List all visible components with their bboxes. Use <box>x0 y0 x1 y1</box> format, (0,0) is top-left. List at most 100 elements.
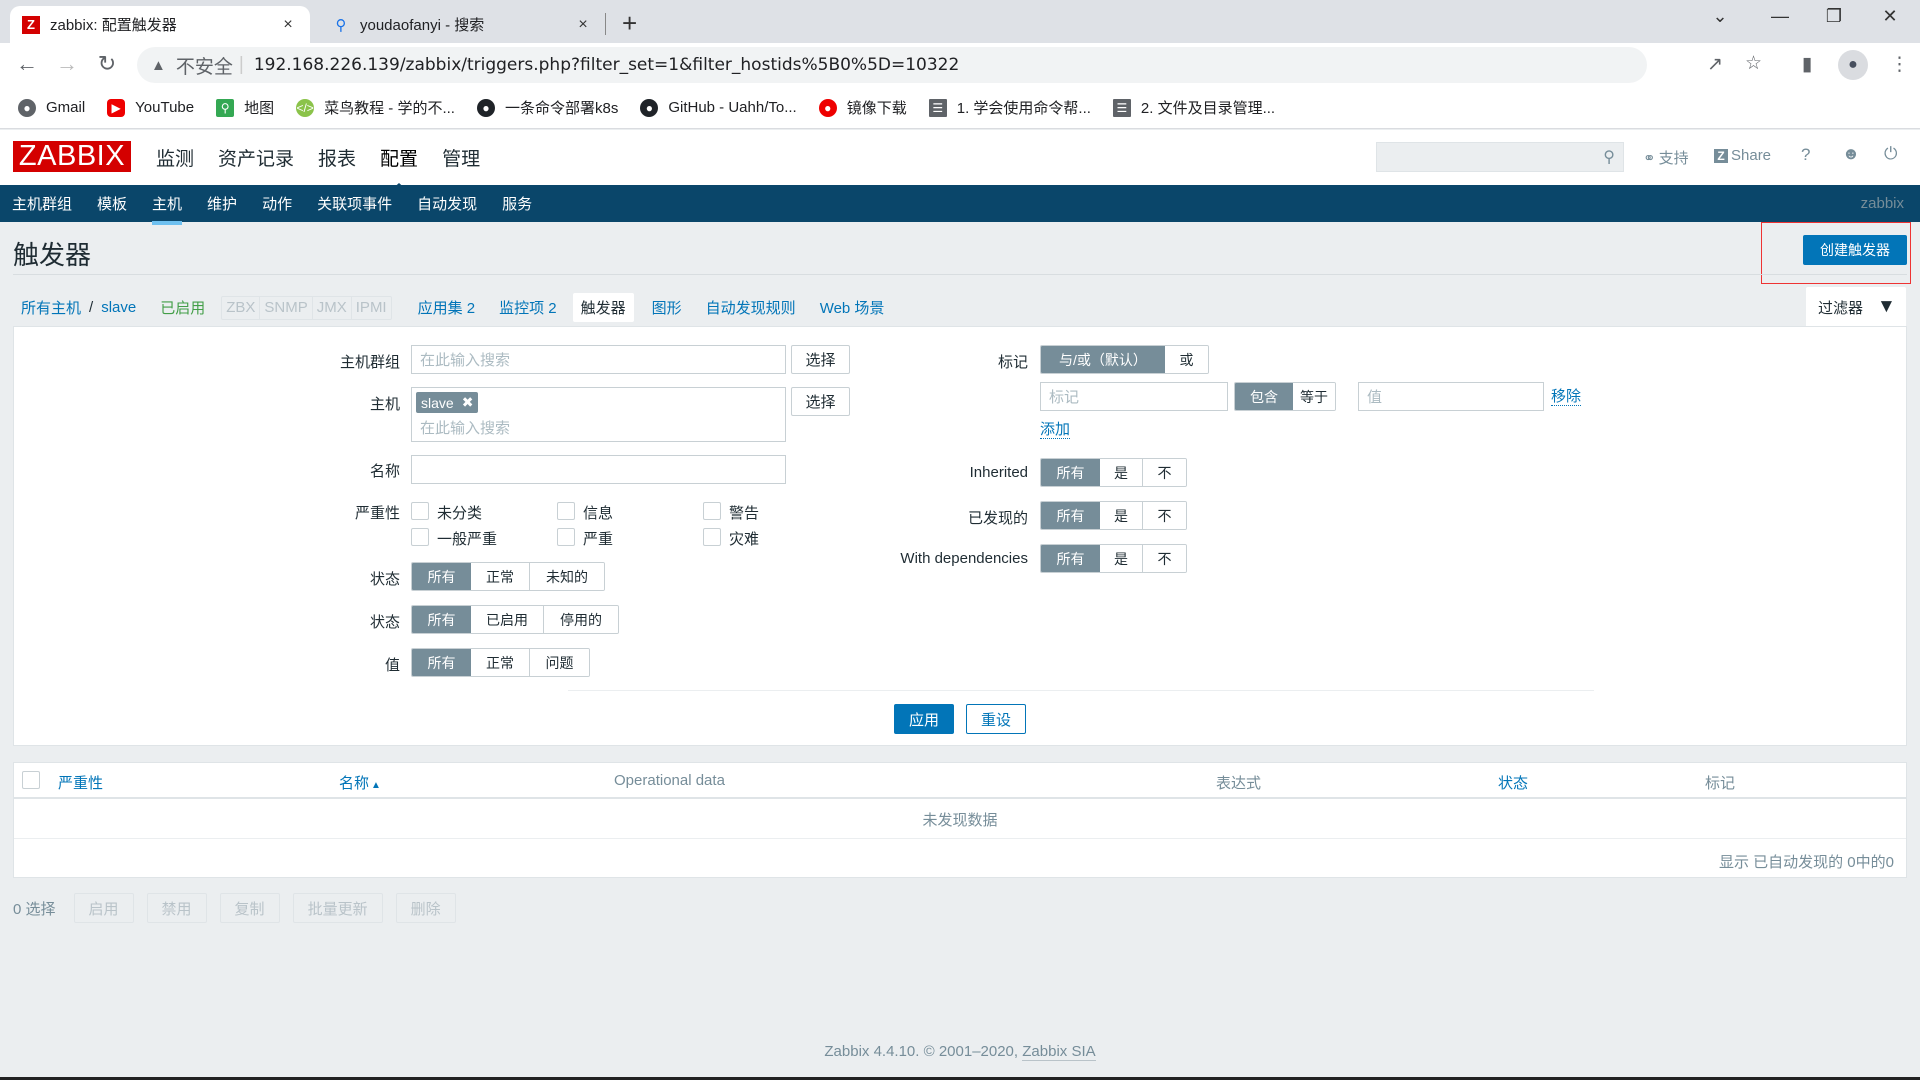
host-link[interactable]: slave <box>101 299 136 316</box>
host-status-enabled[interactable]: 已启用 <box>160 297 205 318</box>
restore-icon[interactable]: ❐ <box>1814 6 1854 27</box>
severity-warning-checkbox[interactable] <box>703 502 721 520</box>
side-panel-icon[interactable]: ▮ <box>1802 53 1812 76</box>
discovered-option-no[interactable]: 不 <box>1143 502 1186 529</box>
submenu-templates[interactable]: 模板 <box>97 193 127 214</box>
severity-not-classified-checkbox[interactable] <box>411 502 429 520</box>
profile-avatar-icon[interactable]: ● <box>1838 50 1868 80</box>
bookmark-files[interactable]: ☰ 2. 文件及目录管理... <box>1112 97 1275 118</box>
menu-administration[interactable]: 管理 <box>442 144 480 171</box>
submenu-host-groups[interactable]: 主机群组 <box>12 193 72 214</box>
select-all-checkbox[interactable] <box>22 771 40 789</box>
back-icon[interactable]: ← <box>12 51 42 77</box>
url-text[interactable]: 192.168.226.139/zabbix/triggers.php?filt… <box>254 55 960 75</box>
share-link[interactable]: Z Share <box>1714 147 1771 164</box>
severity-average-checkbox[interactable] <box>411 528 429 546</box>
with-dependencies-option-yes[interactable]: 是 <box>1100 545 1143 572</box>
triggers-tab-current[interactable]: 触发器 <box>572 293 634 322</box>
discovered-option-yes[interactable]: 是 <box>1100 502 1143 529</box>
value-option-ok[interactable]: 正常 <box>471 649 530 676</box>
state-option-all[interactable]: 所有 <box>412 563 471 590</box>
host-groups-select-button[interactable]: 选择 <box>791 345 850 374</box>
minimize-icon[interactable]: — <box>1760 6 1800 27</box>
column-severity[interactable]: 严重性 <box>58 772 103 793</box>
value-option-problem[interactable]: 问题 <box>530 649 589 676</box>
column-status[interactable]: 状态 <box>1498 772 1528 793</box>
zabbix-sia-link[interactable]: Zabbix SIA <box>1022 1043 1096 1061</box>
status-option-all[interactable]: 所有 <box>412 606 471 633</box>
column-name[interactable]: 名称 ▲ <box>339 772 381 793</box>
remove-chip-icon[interactable]: ✖ <box>462 394 474 411</box>
with-dependencies-option-no[interactable]: 不 <box>1143 545 1186 572</box>
bookmark-gmail[interactable]: ● Gmail <box>18 98 85 117</box>
menu-kebab-icon[interactable]: ⋮ <box>1890 53 1909 76</box>
discovered-option-all[interactable]: 所有 <box>1041 502 1100 529</box>
submenu-actions[interactable]: 动作 <box>262 193 292 214</box>
submenu-services[interactable]: 服务 <box>502 193 532 214</box>
inherited-option-yes[interactable]: 是 <box>1100 459 1143 486</box>
tags-operator-or[interactable]: 或 <box>1165 346 1208 373</box>
menu-inventory[interactable]: 资产记录 <box>218 144 294 171</box>
browser-tab-zabbix[interactable]: Z zabbix: 配置触发器 × <box>10 6 310 43</box>
items-link[interactable]: 监控项 2 <box>499 297 557 318</box>
support-link[interactable]: ⚭ 支持 <box>1643 147 1689 168</box>
delete-button[interactable]: 删除 <box>395 893 456 923</box>
menu-reports[interactable]: 报表 <box>318 144 356 171</box>
hosts-multiselect[interactable]: slave ✖ 在此输入搜索 <box>411 387 786 442</box>
tags-operator-and-or[interactable]: 与/或（默认） <box>1041 346 1165 373</box>
reload-icon[interactable]: ↻ <box>92 51 122 77</box>
all-hosts-link[interactable]: 所有主机 <box>21 297 81 318</box>
tag-add-link[interactable]: 添加 <box>1040 421 1071 439</box>
tag-match-equals[interactable]: 等于 <box>1293 383 1335 410</box>
bookmark-youtube[interactable]: ▶ YouTube <box>107 98 194 117</box>
severity-high-checkbox[interactable] <box>557 528 575 546</box>
severity-information-checkbox[interactable] <box>557 502 575 520</box>
state-option-unknown[interactable]: 未知的 <box>530 563 604 590</box>
submenu-correlation[interactable]: 关联项事件 <box>317 193 392 214</box>
apply-filter-button[interactable]: 应用 <box>894 704 954 734</box>
discovery-rules-link[interactable]: 自动发现规则 <box>706 297 796 318</box>
bookmark-star-icon[interactable]: ☆ <box>1745 52 1762 75</box>
hosts-select-button[interactable]: 选择 <box>791 387 850 416</box>
bookmark-runoob[interactable]: </> 菜鸟教程 - 学的不... <box>296 97 455 118</box>
close-tab-icon[interactable]: × <box>278 16 298 34</box>
inherited-option-no[interactable]: 不 <box>1143 459 1186 486</box>
value-option-all[interactable]: 所有 <box>412 649 471 676</box>
close-tab-icon[interactable]: × <box>573 16 593 34</box>
tag-value-input[interactable]: 值 <box>1358 382 1544 411</box>
menu-monitoring[interactable]: 监测 <box>156 144 194 171</box>
bookmark-github[interactable]: ● GitHub - Uahh/To... <box>640 98 797 117</box>
severity-disaster-checkbox[interactable] <box>703 528 721 546</box>
submenu-maintenance[interactable]: 维护 <box>207 193 237 214</box>
global-search-input[interactable]: ⚲ <box>1376 142 1624 172</box>
submenu-hosts[interactable]: 主机 <box>152 193 183 225</box>
host-groups-input[interactable]: 在此输入搜索 <box>411 345 786 374</box>
web-scenarios-link[interactable]: Web 场景 <box>820 297 885 318</box>
tag-name-input[interactable]: 标记 <box>1040 382 1228 411</box>
filter-tab[interactable]: 过滤器 ▼ <box>1806 287 1906 327</box>
mass-update-button[interactable]: 批量更新 <box>292 893 383 923</box>
enable-button[interactable]: 启用 <box>73 893 134 923</box>
forward-icon[interactable]: → <box>52 51 82 77</box>
status-option-enabled[interactable]: 已启用 <box>471 606 544 633</box>
search-icon[interactable]: ⚲ <box>1603 147 1615 167</box>
with-dependencies-option-all[interactable]: 所有 <box>1041 545 1100 572</box>
browser-tab-search[interactable]: ⚲ youdaofanyi - 搜索 × <box>320 6 605 43</box>
tag-remove-link[interactable]: 移除 <box>1551 388 1582 406</box>
help-button[interactable]: ? <box>1801 145 1810 165</box>
state-option-normal[interactable]: 正常 <box>471 563 530 590</box>
close-window-icon[interactable]: ✕ <box>1870 6 1910 27</box>
zabbix-logo[interactable]: ZABBIX <box>13 141 131 172</box>
bookmark-k8s[interactable]: ● 一条命令部署k8s <box>476 97 618 118</box>
bookmark-mirror[interactable]: ● 镜像下载 <box>818 97 907 118</box>
new-tab-button[interactable]: + <box>622 8 637 39</box>
bookmark-cmd-help[interactable]: ☰ 1. 学会使用命令帮... <box>928 97 1091 118</box>
inherited-option-all[interactable]: 所有 <box>1041 459 1100 486</box>
name-input[interactable] <box>411 455 786 484</box>
applications-link[interactable]: 应用集 2 <box>418 297 476 318</box>
reset-filter-button[interactable]: 重设 <box>966 704 1026 734</box>
tag-match-contains[interactable]: 包含 <box>1235 383 1293 410</box>
sign-out-icon[interactable]: ⏻ <box>1884 144 1897 164</box>
create-trigger-button[interactable]: 创建触发器 <box>1803 235 1907 265</box>
share-icon[interactable]: ↗ <box>1707 53 1723 76</box>
